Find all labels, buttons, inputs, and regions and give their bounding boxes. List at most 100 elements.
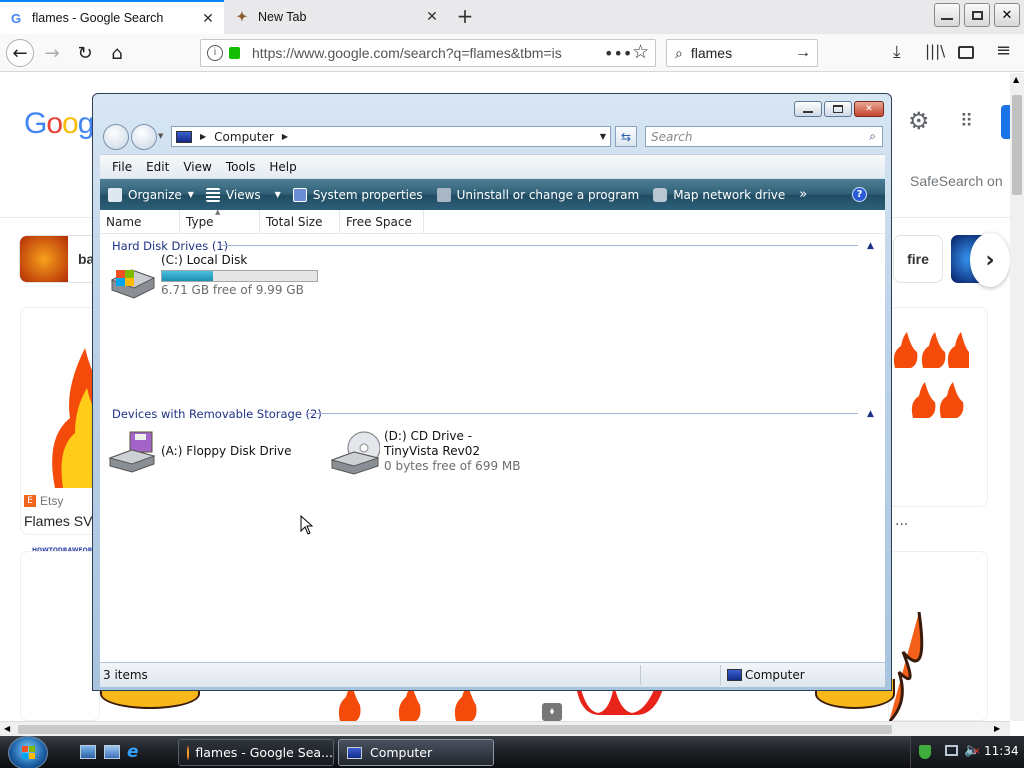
downloads-icon[interactable]: ⤓ — [893, 42, 901, 62]
show-desktop-icon[interactable] — [80, 745, 96, 759]
explorer-forward-button[interactable] — [131, 124, 157, 150]
reload-icon: ↻ — [77, 42, 93, 64]
explorer-content-pane[interactable]: Name ▲ Type Total Size Free Space Hard D… — [100, 208, 885, 662]
flames-sprites-image — [893, 332, 969, 418]
info-icon[interactable]: i — [207, 45, 223, 61]
uninstall-program-button[interactable]: Uninstall or change a program — [436, 187, 639, 202]
page-actions-icon[interactable]: ••• — [604, 44, 632, 63]
settings-gear-icon[interactable]: ⚙ — [908, 107, 930, 135]
image-preview-icon[interactable]: ⬧ — [542, 703, 562, 721]
internet-explorer-icon[interactable]: e — [127, 742, 139, 762]
image-result-card[interactable] — [888, 551, 988, 721]
hard-drive-icon[interactable] — [108, 250, 156, 300]
column-header-total-size[interactable]: Total Size — [260, 210, 340, 234]
map-network-drive-button[interactable]: Map network drive — [653, 187, 785, 202]
organize-button[interactable]: Organize ▼ — [108, 187, 194, 202]
home-button[interactable]: ⌂ — [103, 39, 131, 67]
drive-capacity-bar — [161, 270, 318, 282]
search-go-icon[interactable]: → — [795, 44, 811, 62]
security-shield-icon[interactable] — [919, 745, 931, 759]
page-horizontal-scrollbar[interactable]: ◀ ▶ — [0, 721, 1010, 736]
drive-name[interactable]: (A:) Floppy Disk Drive — [161, 444, 292, 458]
collapse-group-icon[interactable]: ▲ — [867, 241, 874, 251]
minimize-button[interactable] — [934, 3, 960, 27]
floppy-drive-icon[interactable] — [108, 430, 156, 474]
scroll-thumb[interactable] — [1012, 95, 1022, 195]
menu-edit[interactable]: Edit — [146, 160, 169, 174]
breadcrumb[interactable]: Computer — [214, 130, 274, 144]
explorer-back-button[interactable] — [103, 124, 129, 150]
recent-pages-arrow-icon[interactable]: ▼ — [158, 132, 163, 140]
cd-drive-icon[interactable] — [330, 430, 380, 476]
address-bar[interactable]: ▶ Computer ▶ ▼ — [171, 126, 611, 147]
menu-file[interactable]: File — [112, 160, 132, 174]
column-header-name[interactable]: Name — [100, 210, 180, 234]
cartoon-fire-image — [889, 612, 924, 721]
reload-button[interactable]: ↻ — [71, 39, 99, 67]
menu-view[interactable]: View — [183, 160, 211, 174]
close-tab-icon[interactable]: ✕ — [424, 8, 440, 24]
views-button[interactable]: Views ▼ — [205, 187, 281, 202]
menu-icon[interactable]: ≡ — [996, 40, 1011, 61]
related-chip-left[interactable]: ba — [19, 235, 99, 283]
result-title[interactable]: Flames SV — [24, 513, 92, 529]
safesearch-label[interactable]: SafeSearch on — [910, 173, 1003, 189]
start-button[interactable] — [8, 736, 48, 768]
explorer-window[interactable]: ✕ ▼ ▶ Computer ▶ ▼ ⇆ Search ⌕ File Edit … — [92, 93, 892, 691]
drive-name[interactable]: (C:) Local Disk — [161, 253, 247, 267]
refresh-button[interactable]: ⇆ — [615, 126, 637, 147]
breadcrumb-arrow-icon[interactable]: ▶ — [200, 132, 206, 141]
forward-button[interactable]: → — [38, 39, 66, 67]
more-commands-button[interactable]: » — [799, 187, 807, 202]
close-tab-icon[interactable]: ✕ — [200, 10, 216, 26]
drive-name[interactable]: (D:) CD Drive - TinyVista Rev02 — [384, 429, 519, 459]
image-result-card[interactable] — [888, 307, 988, 507]
search-placeholder: Search — [651, 129, 693, 144]
bookmark-star-icon[interactable]: ☆ — [632, 41, 649, 63]
explorer-command-bar: Organize ▼ Views ▼ System properties Uni… — [100, 179, 885, 210]
account-button[interactable] — [1001, 105, 1010, 139]
url-bar[interactable]: i https://www.google.com/search?q=flames… — [200, 39, 656, 67]
scroll-thumb[interactable] — [18, 725, 892, 734]
network-icon[interactable] — [945, 745, 958, 756]
collapse-group-icon[interactable]: ▲ — [867, 409, 874, 419]
scroll-left-icon[interactable]: ◀ — [4, 724, 10, 733]
explorer-maximize-button[interactable] — [824, 101, 852, 117]
restore-button[interactable] — [964, 3, 990, 27]
column-header-free-space[interactable]: Free Space — [340, 210, 424, 234]
group-header-removable-storage[interactable]: Devices with Removable Storage (2) — [112, 407, 322, 421]
taskbar-clock[interactable]: 11:34 — [984, 744, 1019, 758]
library-icon[interactable]: |||\ — [925, 42, 945, 60]
new-tab-button[interactable]: + — [452, 5, 478, 29]
close-window-button[interactable]: ✕ — [994, 3, 1020, 27]
tab-google-search[interactable]: G flames - Google Search ✕ — [0, 0, 224, 34]
switch-windows-icon[interactable] — [104, 745, 120, 759]
sidebar-icon[interactable] — [958, 46, 974, 59]
back-button[interactable]: ← — [6, 39, 34, 67]
page-vertical-scrollbar[interactable]: ▲ — [1010, 73, 1024, 721]
menu-help[interactable]: Help — [269, 160, 296, 174]
tab-new-tab[interactable]: ✦ New Tab ✕ — [226, 0, 448, 34]
address-dropdown-icon[interactable]: ▼ — [600, 132, 606, 141]
google-logo[interactable]: Goog — [24, 107, 94, 141]
apps-grid-icon[interactable]: ⠿ — [960, 111, 973, 132]
menu-tools[interactable]: Tools — [226, 160, 256, 174]
system-properties-button[interactable]: System properties — [292, 187, 423, 202]
scroll-right-icon[interactable]: ▶ — [994, 724, 1000, 733]
taskbar-computer-button[interactable]: Computer — [338, 739, 494, 766]
search-bar[interactable]: ⌕ flames → — [666, 39, 818, 67]
related-chip-fire[interactable]: fire — [893, 235, 943, 283]
explorer-close-button[interactable]: ✕ — [854, 101, 884, 117]
explorer-search-input[interactable]: Search ⌕ — [645, 126, 883, 147]
chips-next-button[interactable]: › — [970, 233, 1010, 287]
status-location: Computer — [745, 668, 805, 682]
image-result-card[interactable] — [20, 551, 100, 721]
scroll-up-icon[interactable]: ▲ — [1013, 75, 1019, 84]
search-icon[interactable]: ⌕ — [869, 129, 876, 144]
breadcrumb-arrow-icon[interactable]: ▶ — [282, 132, 288, 141]
explorer-minimize-button[interactable] — [794, 101, 822, 117]
help-icon[interactable]: ? — [852, 187, 867, 202]
taskbar-firefox-button[interactable]: flames - Google Sea... — [178, 739, 334, 766]
url-text: https://www.google.com/search?q=flames&t… — [252, 45, 562, 61]
column-header-type[interactable]: ▲ Type — [180, 208, 260, 234]
